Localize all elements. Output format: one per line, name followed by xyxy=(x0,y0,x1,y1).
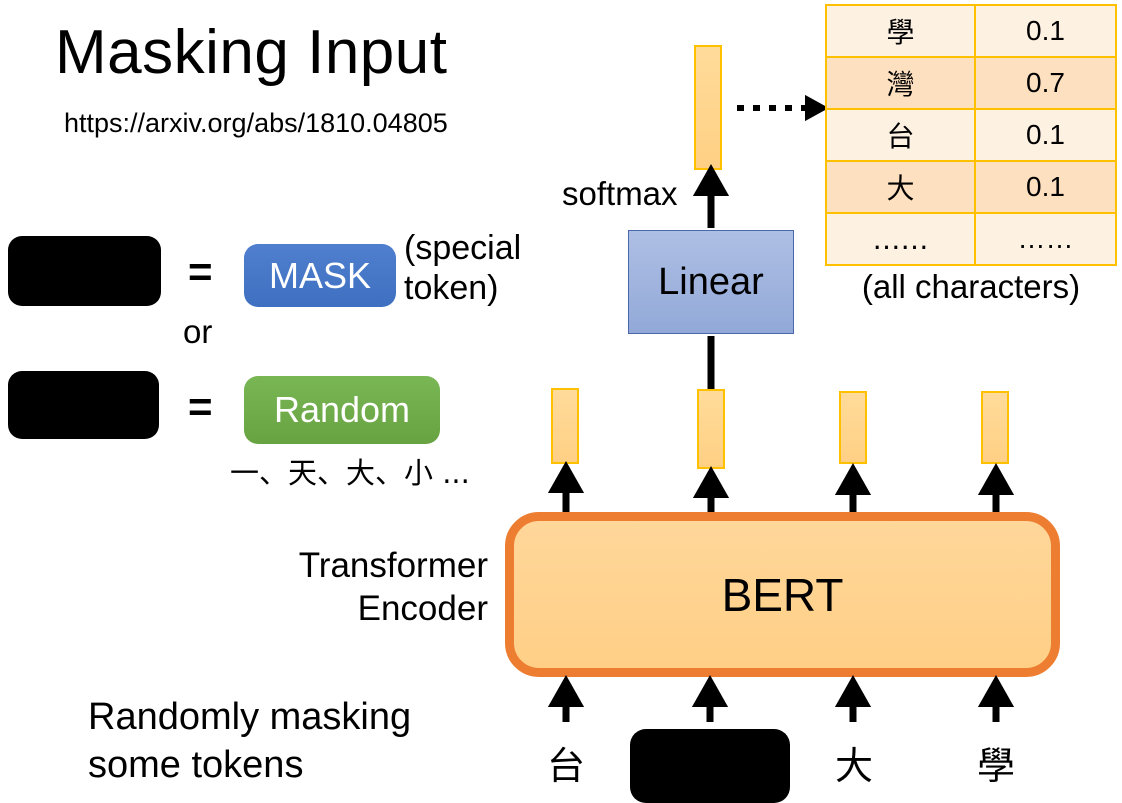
linear-layer-label: Linear xyxy=(658,260,764,303)
masked-token-black-box-2 xyxy=(8,371,159,439)
probability-cell: 0.1 xyxy=(974,4,1117,58)
table-row: 台 0.1 xyxy=(825,108,1117,162)
character-cell: 學 xyxy=(825,4,976,58)
input-token-3: 大 xyxy=(834,744,873,788)
bert-output-vector-1 xyxy=(551,388,579,464)
probability-cell: 0.7 xyxy=(974,56,1117,110)
randomly-masking-caption: Randomly masking some tokens xyxy=(88,696,412,786)
character-cell: …… xyxy=(825,212,976,266)
character-cell: 灣 xyxy=(825,56,976,110)
bert-block[interactable]: BERT xyxy=(505,512,1060,677)
table-row: 灣 0.7 xyxy=(825,56,1117,110)
table-row: ………… xyxy=(825,212,1117,266)
probability-distribution-table: 學 0.1 灣 0.7 台 0.1 大 0.1………… xyxy=(825,4,1117,266)
probability-cell: 0.1 xyxy=(974,160,1117,214)
random-character-examples: 一、天、大、小 ... xyxy=(230,456,470,490)
input-arrows xyxy=(547,674,1015,722)
slide-canvas: Masking Input https://arxiv.org/abs/1810… xyxy=(0,0,1122,803)
equals-sign-2: = xyxy=(188,383,213,430)
all-characters-caption: (all characters) xyxy=(861,268,1081,305)
input-token-2-masked-black-box xyxy=(630,729,790,803)
mask-token-pill[interactable]: MASK xyxy=(244,244,396,307)
input-token-1: 台 xyxy=(546,744,585,788)
paper-url: https://arxiv.org/abs/1810.04805 xyxy=(64,108,448,138)
softmax-label: softmax xyxy=(562,175,678,212)
input-token-4: 學 xyxy=(976,744,1015,788)
probability-table-body: 學 0.1 灣 0.7 台 0.1 大 0.1………… xyxy=(825,4,1117,266)
probability-cell: 0.1 xyxy=(974,108,1117,162)
character-cell: 大 xyxy=(825,160,976,214)
page-title: Masking Input xyxy=(55,18,448,87)
bert-output-vector-3 xyxy=(839,391,867,464)
masked-token-black-box-1 xyxy=(8,236,161,306)
special-token-note: (special token) xyxy=(404,229,522,308)
bert-output-vector-4 xyxy=(981,391,1009,464)
random-token-label: Random xyxy=(273,389,411,430)
bert-output-arrows xyxy=(547,460,1015,512)
transformer-encoder-caption: Transformer Encoder xyxy=(298,546,488,628)
table-row: 大 0.1 xyxy=(825,160,1117,214)
mask-token-label: MASK xyxy=(268,254,372,296)
equals-sign-1: = xyxy=(188,248,213,295)
softmax-output-vector xyxy=(694,45,722,170)
linear-layer-block[interactable]: Linear xyxy=(628,230,794,334)
probability-cell: …… xyxy=(974,212,1117,266)
table-row: 學 0.1 xyxy=(825,4,1117,58)
bert-label: BERT xyxy=(721,568,844,621)
bert-output-vector-2 xyxy=(697,389,725,469)
or-connector-label: or xyxy=(183,313,213,350)
random-token-pill[interactable]: Random xyxy=(244,376,440,444)
character-cell: 台 xyxy=(825,108,976,162)
